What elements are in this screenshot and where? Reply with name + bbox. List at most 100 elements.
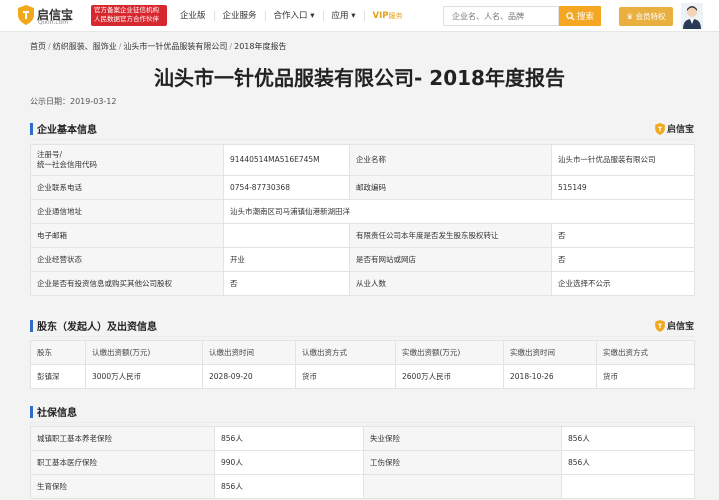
subscribed-amount: 3000万人民币 (85, 364, 203, 389)
column-header: 股东 (30, 340, 86, 365)
chevron-down-icon: ▾ (310, 11, 315, 21)
paid-amount: 2600万人民币 (395, 364, 504, 389)
column-header: 认缴出资额(万元) (85, 340, 203, 365)
user-avatar[interactable] (681, 3, 703, 29)
label-pension-insurance: 城镇职工基本养老保险 (30, 426, 215, 451)
table-row: 生育保险 856人 (30, 474, 695, 499)
shareholders-table: 股东 认缴出资额(万元) 认缴出资时间 认缴出资方式 实缴出资额(万元) 实缴出… (30, 340, 695, 389)
gov-badge-line-2: 人民数据官方合作伙伴 (94, 15, 159, 23)
search-button-label: 搜索 (576, 12, 594, 22)
top-navigation-bar: 启信宝 Qixin.com 官方备案企业征信机构 人民数据官方合作伙伴 企业版 … (0, 0, 719, 32)
brand-watermark: 启信宝 (655, 122, 694, 135)
label-investment-info: 企业是否有投资信息或购买其他公司股权 (30, 271, 224, 296)
column-header: 认缴出资方式 (295, 340, 396, 365)
brand-watermark-label: 启信宝 (666, 125, 694, 135)
page-title: 汕头市一针优品服装有限公司- 2018年度报告 (154, 66, 565, 90)
label-has-website: 是否有网站或网店 (349, 247, 552, 272)
table-row: 职工基本医疗保险 990人 工伤保险 856人 (30, 450, 695, 475)
nav-apps[interactable]: 应用 ▾ (324, 11, 365, 21)
breadcrumb-current: 2018年度报告 (234, 42, 287, 51)
table-row: 企业通信地址 汕头市潮南区司马浦镇仙港新湖田洋 (30, 199, 695, 224)
breadcrumb-separator: / (48, 42, 51, 51)
nav-apps-label: 应用 (331, 11, 349, 21)
label-contact-phone: 企业联系电话 (30, 175, 224, 200)
label-company-name: 企业名称 (349, 144, 552, 176)
label-maternity-insurance: 生育保险 (30, 474, 215, 499)
value-postal-code: 515149 (551, 175, 695, 200)
label-employee-count: 从业人数 (349, 271, 552, 296)
section-accent-bar (30, 320, 33, 332)
value-maternity-insurance: 856人 (214, 474, 364, 499)
shareholder-name[interactable]: 彭镇深 (30, 364, 86, 389)
subscribed-method: 货币 (295, 364, 396, 389)
logo-domain: Qixin.com (38, 19, 69, 26)
main-nav: 企业版 企业服务 合作入口 ▾ 应用 ▾ VIP服务 (172, 0, 411, 32)
label-equity-transfer: 有限责任公司本年度是否发生股东股权转让 (349, 223, 552, 248)
nav-enterprise-edition[interactable]: 企业版 (172, 11, 215, 21)
label-unemployment-insurance: 失业保险 (363, 426, 562, 451)
publish-date: 公示日期：2019-03-12 (30, 97, 117, 106)
value-address: 汕头市潮南区司马浦镇仙港新湖田洋 (223, 199, 695, 224)
shield-logo-icon (18, 5, 34, 25)
basic-info-table: 注册号/统一社会信用代码 91440514MA516E745M 企业名称 汕头市… (30, 144, 695, 296)
shield-logo-icon (655, 319, 665, 332)
value-has-website: 否 (551, 247, 695, 272)
section-accent-bar (30, 406, 33, 418)
section-accent-bar (30, 123, 33, 135)
section-title-shareholders: 股东（发起人）及出资信息 (37, 322, 157, 333)
breadcrumb: 首页 / 纺织服装、服饰业 / 汕头市一针优品服装有限公司/2018年度报告 (30, 41, 286, 52)
section-header-shareholders: 股东（发起人）及出资信息 启信宝 (30, 317, 694, 337)
vip-sub-label: 服务 (388, 11, 403, 20)
search-icon (566, 11, 575, 21)
search-input[interactable] (443, 6, 559, 26)
section-header-social-insurance: 社保信息 (30, 403, 694, 423)
table-header-row: 股东 认缴出资额(万元) 认缴出资时间 认缴出资方式 实缴出资额(万元) 实缴出… (30, 340, 695, 365)
label-registration-number-line2: 统一社会信用代码 (37, 160, 97, 169)
value-operating-status: 开业 (223, 247, 350, 272)
table-row: 彭镇深 3000万人民币 2028-09-20 货币 2600万人民币 2018… (30, 364, 695, 389)
member-button-label: 会员特权 (635, 12, 666, 21)
label-email: 电子邮箱 (30, 223, 224, 248)
column-header: 实缴出资方式 (596, 340, 695, 365)
table-row: 城镇职工基本养老保险 856人 失业保险 856人 (30, 426, 695, 451)
breadcrumb-industry[interactable]: 纺织服装、服饰业 (53, 42, 117, 51)
value-contact-phone: 0754-87730368 (223, 175, 350, 200)
value-employee-count: 企业选择不公示 (551, 271, 695, 296)
breadcrumb-home[interactable]: 首页 (30, 42, 46, 51)
label-medical-insurance: 职工基本医疗保险 (30, 450, 215, 475)
site-logo[interactable]: 启信宝 Qixin.com (18, 5, 88, 27)
column-header: 实缴出资额(万元) (395, 340, 504, 365)
value-medical-insurance: 990人 (214, 450, 364, 475)
brand-watermark-label: 启信宝 (666, 322, 694, 332)
value-injury-insurance: 856人 (561, 450, 695, 475)
section-title-basic-info: 企业基本信息 (37, 125, 97, 136)
label-postal-code: 邮政编码 (349, 175, 552, 200)
value-pension-insurance: 856人 (214, 426, 364, 451)
paid-date: 2018-10-26 (503, 364, 597, 389)
nav-partner-entry-label: 合作入口 (273, 11, 308, 21)
subscribed-date: 2028-09-20 (202, 364, 296, 389)
value-equity-transfer: 否 (551, 223, 695, 248)
chevron-down-icon: ▾ (351, 11, 356, 21)
label-registration-number: 注册号/统一社会信用代码 (30, 144, 224, 176)
nav-enterprise-services[interactable]: 企业服务 (215, 11, 266, 21)
breadcrumb-company[interactable]: 汕头市一针优品服装有限公司 (123, 42, 227, 51)
table-row: 企业联系电话 0754-87730368 邮政编码 515149 (30, 175, 695, 200)
nav-partner-entry[interactable]: 合作入口 ▾ (266, 11, 324, 21)
nav-vip-service[interactable]: VIP服务 (365, 11, 411, 21)
table-row: 企业经营状态 开业 是否有网站或网店 否 (30, 247, 695, 272)
section-title-social-insurance: 社保信息 (37, 408, 77, 419)
member-privileges-button[interactable]: ♛ 会员特权 (619, 7, 673, 26)
value-registration-number: 91440514MA516E745M (223, 144, 350, 176)
value-email (223, 223, 350, 248)
table-row: 注册号/统一社会信用代码 91440514MA516E745M 企业名称 汕头市… (30, 144, 695, 176)
empty-cell (561, 474, 695, 499)
search-button[interactable]: 搜索 (559, 6, 601, 26)
label-injury-insurance: 工伤保险 (363, 450, 562, 475)
shield-logo-icon (655, 122, 665, 135)
crown-icon: ♛ (626, 12, 634, 21)
table-row: 企业是否有投资信息或购买其他公司股权 否 从业人数 企业选择不公示 (30, 271, 695, 296)
value-investment-info: 否 (223, 271, 350, 296)
table-row: 电子邮箱 有限责任公司本年度是否发生股东股权转让 否 (30, 223, 695, 248)
label-operating-status: 企业经营状态 (30, 247, 224, 272)
